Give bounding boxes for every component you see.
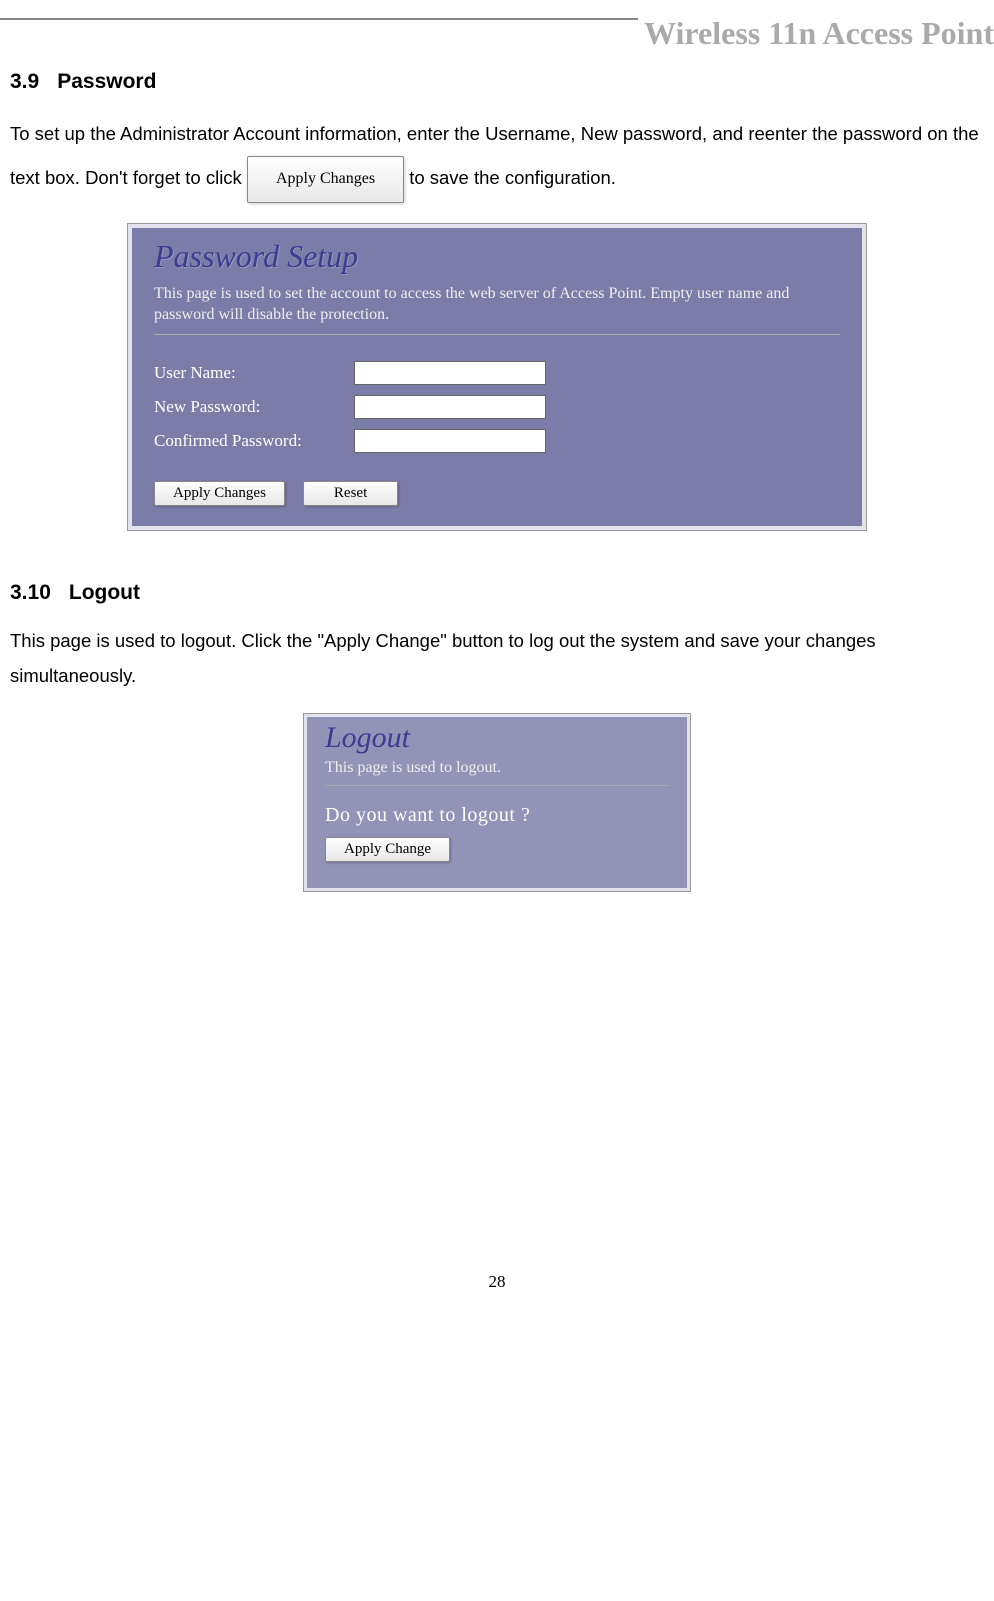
logout-screenshot: Logout This page is used to logout. Do y… (303, 713, 691, 892)
section-num: 3.10 (10, 581, 51, 605)
section-3-9-body: To set up the Administrator Account info… (10, 112, 984, 203)
username-label: User Name: (154, 363, 354, 383)
apply-changes-button[interactable]: Apply Changes (154, 481, 285, 506)
logout-panel-title: Logout (325, 721, 669, 755)
panel-title: Password Setup (154, 238, 840, 275)
doc-header-title: Wireless 11n Access Point (638, 15, 994, 52)
section-3-9-heading: 3.9 Password (10, 70, 984, 94)
new-password-input[interactable] (354, 395, 546, 419)
apply-change-button[interactable]: Apply Change (325, 837, 450, 862)
logout-panel-desc: This page is used to logout. (325, 759, 669, 777)
password-setup-screenshot: Password Setup This page is used to set … (127, 223, 867, 531)
panel-desc: This page is used to set the account to … (154, 283, 840, 326)
reset-button[interactable]: Reset (303, 481, 398, 506)
username-input[interactable] (354, 361, 546, 385)
new-password-label: New Password: (154, 397, 354, 417)
page-number: 28 (10, 1272, 984, 1292)
section-title: Password (57, 70, 156, 93)
logout-question: Do you want to logout ? (325, 804, 669, 827)
section-title: Logout (69, 581, 140, 604)
section-num: 3.9 (10, 70, 39, 94)
confirmed-password-input[interactable] (354, 429, 546, 453)
text-after-btn: to save the configuration. (409, 167, 616, 188)
confirmed-password-label: Confirmed Password: (154, 431, 354, 451)
section-3-10-heading: 3.10 Logout (10, 581, 984, 605)
section-3-10-body: This page is used to logout. Click the "… (10, 623, 984, 693)
apply-changes-inline-button: Apply Changes (247, 156, 404, 202)
